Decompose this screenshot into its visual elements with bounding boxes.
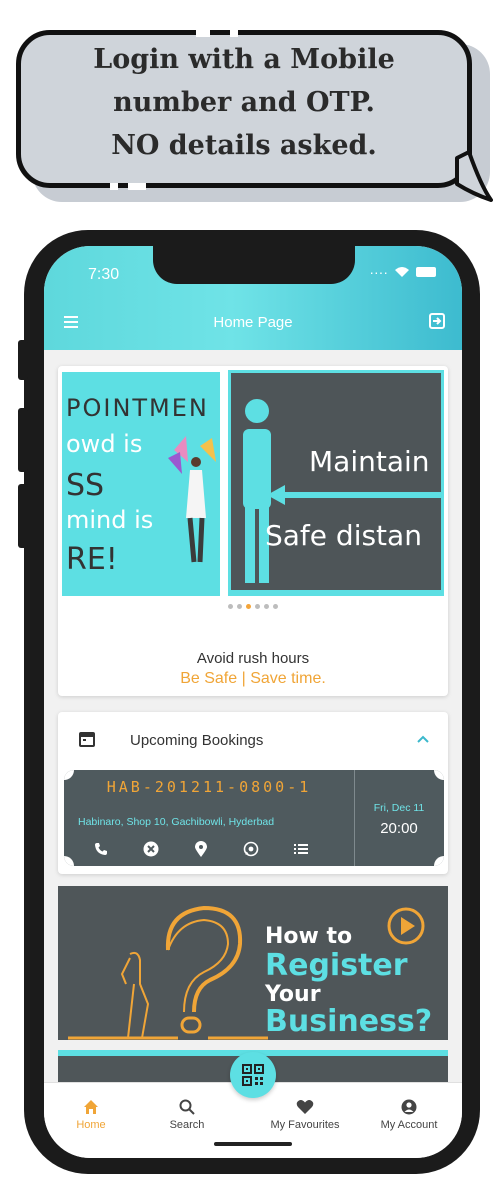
carousel-dot[interactable] [264, 604, 269, 609]
banner-line-2: Register [265, 948, 408, 983]
chevron-up-icon[interactable] [416, 734, 430, 744]
carousel-caption: Avoid rush hours [196, 650, 310, 667]
qr-scan-button[interactable] [230, 1052, 276, 1098]
booking-time: 20:00 [380, 820, 418, 837]
banner-line-4: Business? [265, 1004, 433, 1039]
account-icon [401, 1099, 417, 1115]
phone-screen: 7:30 ···· Home Page POINTMEN owd is SS m [44, 246, 462, 1158]
question-mark-illustration-icon [68, 905, 268, 1040]
shopper-illustration-icon [168, 436, 216, 563]
nav-favourites[interactable]: My Favourites [260, 1097, 350, 1131]
slide1-text-3: SS [66, 468, 105, 503]
nav-account-label: My Account [380, 1119, 438, 1131]
volume-up-button [18, 408, 28, 472]
booking-ticket[interactable]: HAB-201211-0800-1 Habinaro, Shop 10, Gac… [64, 770, 444, 866]
page-title: Home Page [213, 314, 293, 331]
nav-favourites-label: My Favourites [270, 1119, 340, 1131]
nav-account[interactable]: My Account [364, 1097, 454, 1131]
promo-carousel[interactable]: POINTMEN owd is SS mind is RE! Maintain … [58, 366, 448, 696]
booking-date: Fri, Dec 11 [373, 802, 425, 814]
carousel-tagline: Be Safe | Save time. [180, 670, 326, 687]
carousel-dots[interactable] [58, 604, 448, 609]
carousel-dot[interactable] [273, 604, 278, 609]
slide1-text-5: RE! [66, 542, 118, 577]
location-icon[interactable] [192, 840, 210, 858]
calendar-icon [79, 732, 95, 747]
upcoming-bookings-card: Upcoming Bookings HAB-201211-0800-1 Habi… [58, 712, 448, 874]
wifi-icon [395, 267, 409, 277]
bookings-title: Upcoming Bookings [130, 732, 264, 749]
phone-notch [153, 244, 355, 284]
qr-code-icon [242, 1064, 264, 1086]
home-indicator [214, 1142, 292, 1146]
booking-address: Habinaro, Shop 10, Gachibowli, Hyderbad [78, 816, 275, 828]
nav-search[interactable]: Search [142, 1097, 232, 1131]
booking-code: HAB-201211-0800-1 [106, 778, 312, 796]
status-time: 7:30 [88, 266, 120, 283]
bubble-line-2: number and OTP. [113, 87, 375, 118]
slide1-text-1: POINTMEN [66, 394, 209, 422]
whatsapp-icon[interactable] [242, 840, 260, 858]
ticket-notch [434, 770, 444, 780]
logout-icon[interactable] [428, 312, 446, 330]
slide1-text-2: owd is [66, 430, 143, 458]
ticket-divider [354, 770, 355, 866]
carousel-slide-appointment[interactable]: POINTMEN owd is SS mind is RE! [62, 372, 220, 596]
booking-actions [92, 840, 310, 858]
bubble-text: Login with a Mobile number and OTP. NO d… [16, 38, 472, 167]
phone-icon[interactable] [92, 840, 110, 858]
search-icon [179, 1099, 195, 1115]
status-icons: ···· [369, 264, 436, 280]
ticket-notch [434, 856, 444, 866]
nav-home-label: Home [76, 1119, 106, 1131]
carousel-dot-active[interactable] [246, 604, 251, 609]
slide2-text-1: Maintain [309, 445, 430, 478]
carousel-slide-distance[interactable]: Maintain Safe distan [228, 370, 444, 596]
how-to-register-banner[interactable]: How to Register Your Business? [58, 886, 448, 1040]
arrow-left-icon [267, 485, 441, 505]
nav-home[interactable]: Home [46, 1097, 136, 1131]
stage: Login with a Mobile number and OTP. NO d… [0, 0, 500, 1200]
banner-line-1: How to [265, 924, 353, 949]
bubble-line-3: NO details asked. [111, 130, 377, 161]
bubble-line-1: Login with a Mobile [93, 44, 395, 75]
bubble-gap [230, 30, 238, 37]
bubble-gap [110, 183, 118, 190]
nav-search-label: Search [169, 1119, 205, 1131]
play-icon[interactable] [386, 906, 426, 946]
slide2-text-2: Safe distan [265, 519, 422, 552]
carousel-dot[interactable] [228, 604, 233, 609]
cancel-icon[interactable] [142, 840, 160, 858]
ticket-notch [64, 856, 74, 866]
volume-down-button [18, 484, 28, 548]
bookings-header[interactable]: Upcoming Bookings [58, 712, 448, 766]
mute-switch [18, 340, 28, 380]
carousel-dot[interactable] [237, 604, 242, 609]
home-icon [84, 1100, 98, 1114]
bubble-gap [196, 30, 210, 37]
heart-icon [296, 1100, 314, 1114]
slide1-text-4: mind is [66, 506, 154, 534]
signal-icon: ···· [369, 264, 388, 280]
list-icon[interactable] [292, 840, 310, 858]
battery-icon [416, 267, 436, 277]
bubble-gap [128, 183, 146, 190]
carousel-dot[interactable] [255, 604, 260, 609]
